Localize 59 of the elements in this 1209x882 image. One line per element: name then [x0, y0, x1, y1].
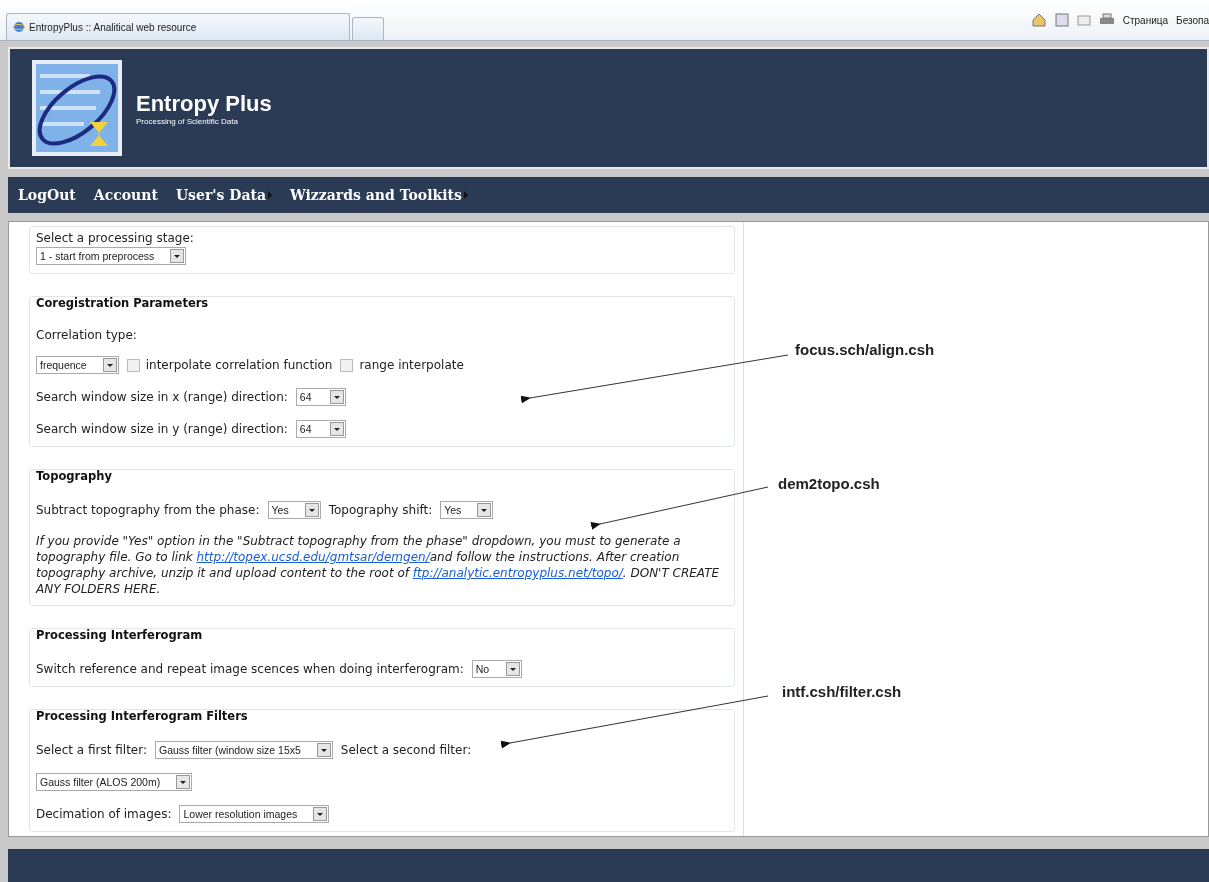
field-label: Select a first filter:: [36, 743, 147, 757]
nav-link[interactable]: Wizzards and Toolkits: [290, 187, 468, 203]
feed-icon[interactable]: [1054, 13, 1069, 27]
toolbar-menu[interactable]: Страница: [1122, 14, 1169, 26]
annotation-label: dem2topo.csh: [778, 475, 880, 492]
field-label: Search window size in x (range) direction:: [36, 390, 288, 404]
field-label: Decimation of images:: [36, 807, 172, 821]
new-tab[interactable]: [352, 17, 384, 40]
annotation-label: intf.csh/filter.csh: [782, 683, 902, 700]
toolbar-menu[interactable]: Безопа: [1176, 14, 1209, 26]
caret-icon: [170, 249, 185, 263]
checkbox[interactable]: interpolate correlation function: [126, 358, 333, 372]
nav-link[interactable]: LogOut: [18, 187, 76, 203]
annotation-label: focus.sch/align.csh: [795, 341, 935, 358]
site-subtitle: Processing of Scientific Data: [136, 116, 239, 126]
checkbox[interactable]: range interpolate: [340, 358, 464, 372]
dropdown[interactable]: Gauss filter (window size 15x5: [155, 741, 333, 759]
caret-icon: [316, 743, 331, 757]
dropdown[interactable]: 1 - start from preprocess: [36, 247, 187, 265]
section-title: Processing Interferogram Filters: [36, 709, 249, 723]
caret-icon: [329, 422, 344, 436]
section-title: Topography: [36, 469, 113, 483]
dropdown[interactable]: Gauss filter (ALOS 200m): [36, 773, 193, 791]
section-title: Processing Interferogram: [36, 628, 204, 642]
field-label: Select a second filter:: [340, 743, 472, 757]
field-label: Search window size in y (range) direction:: [36, 422, 288, 436]
dropdown[interactable]: 64: [295, 388, 346, 406]
submenu-arrow-icon: [268, 191, 273, 199]
submenu-arrow-icon: [463, 191, 468, 199]
field-label: Select a processing stage:: [36, 231, 194, 245]
print-icon[interactable]: [1098, 13, 1115, 27]
caret-icon: [505, 662, 520, 676]
field-label: Topography shift:: [328, 503, 433, 517]
dropdown[interactable]: Yes: [267, 501, 321, 519]
site-title: Entropy Plus: [136, 90, 272, 117]
caret-icon: [329, 390, 344, 404]
section-title: Coregistration Parameters: [36, 296, 210, 310]
link[interactable]: ftp://analytic.entropyplus.net/topo/: [412, 566, 623, 580]
caret-icon: [313, 807, 328, 821]
browser-tab[interactable]: EntropyPlus :: Analitical web resource: [6, 13, 350, 40]
dropdown[interactable]: No: [471, 660, 522, 678]
field-label: Correlation type:: [36, 328, 137, 342]
nav-link[interactable]: Account: [93, 187, 158, 203]
mail-icon[interactable]: [1076, 14, 1091, 26]
dropdown[interactable]: frequence: [36, 356, 119, 374]
caret-icon: [102, 358, 117, 372]
caret-icon: [304, 503, 319, 517]
note-text: If you provide "Yes" option in the "Subtract topography from the phase" dropdown, you must to generate a topography file. Go to link http://topex.ucsd.edu/gmtsar/demgen/and follow the instructions. After creation topography archive, unzip it and upload content to the root of ftp://analytic.entropyplus.net/topo/. DON'T CREATE ANY FOLDERS HERE.: [36, 533, 721, 597]
dropdown[interactable]: 64: [295, 420, 346, 438]
dropdown[interactable]: Yes: [440, 501, 494, 519]
globe-icon: [13, 21, 25, 33]
nav-link[interactable]: User's Data: [175, 187, 273, 203]
field-label: Subtract topography from the phase:: [36, 503, 260, 517]
caret-icon: [176, 775, 191, 789]
home-icon[interactable]: [1030, 13, 1047, 27]
dropdown[interactable]: Lower resolution images: [179, 805, 330, 823]
caret-icon: [477, 503, 492, 517]
field-label: Switch reference and repeat image scences when doing interferogram:: [36, 662, 464, 676]
link[interactable]: http://topex.ucsd.edu/gmtsar/demgen/: [196, 550, 430, 564]
